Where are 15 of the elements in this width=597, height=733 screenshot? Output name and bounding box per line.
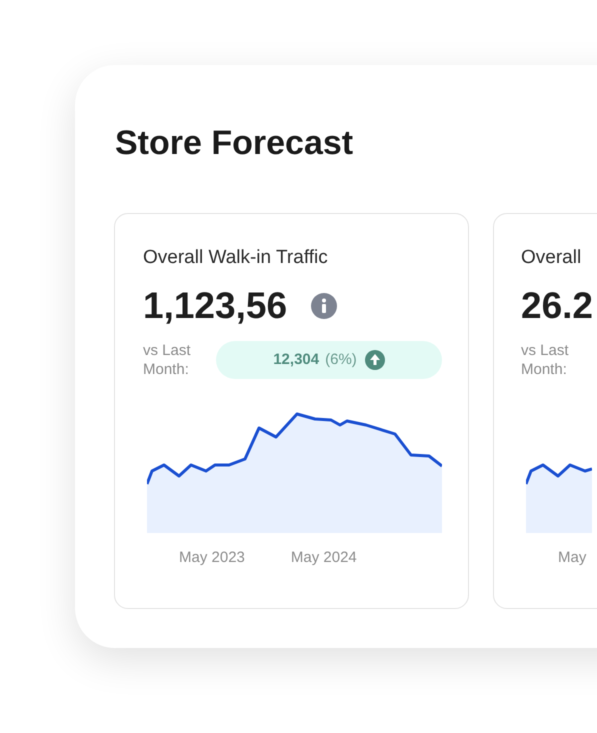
change-percent: (6%) bbox=[325, 350, 357, 370]
chart-area-fill bbox=[526, 465, 592, 533]
axis-label: May 2023 bbox=[179, 548, 245, 568]
comparison-label: vs Last Month: bbox=[521, 341, 570, 379]
metric-value: 26.2 bbox=[521, 284, 594, 328]
metric-value: 1,123,56 bbox=[143, 284, 288, 328]
axis-label: May 2024 bbox=[290, 548, 357, 568]
card-title: Overall bbox=[521, 246, 582, 270]
panel-title: Store Forecast bbox=[115, 123, 354, 163]
axis-label: May bbox=[558, 548, 586, 568]
change-amount: 12,304 bbox=[273, 350, 320, 370]
card-title: Overall Walk-in Traffic bbox=[143, 246, 329, 270]
info-icon bbox=[311, 293, 338, 319]
comparison-label: vs Last Month: bbox=[143, 341, 192, 379]
sparkline bbox=[526, 464, 592, 485]
